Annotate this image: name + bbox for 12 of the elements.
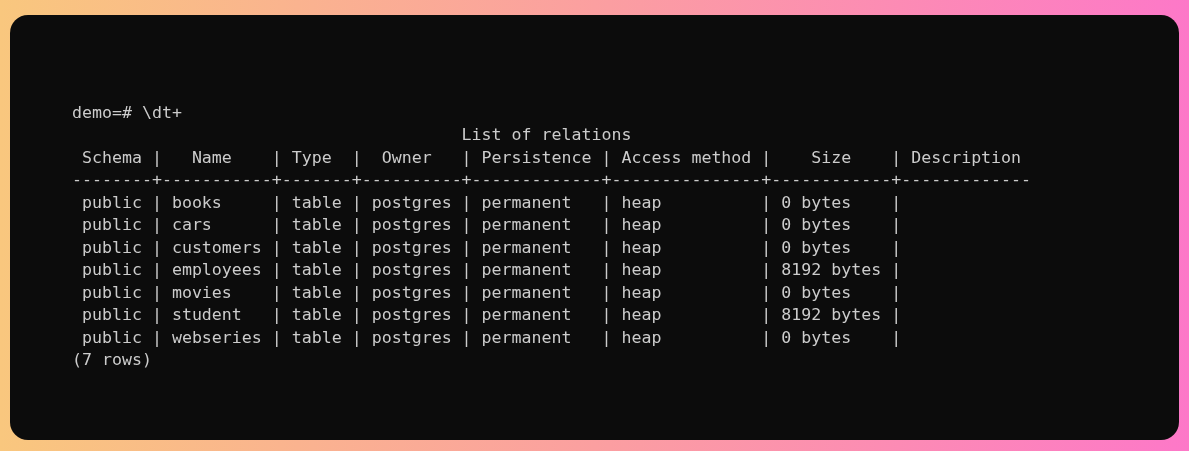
- terminal-line: public | webseries | table | postgres | permanent | heap | 0 bytes |: [81, 326, 902, 349]
- terminal-line: public | books | table | postgres | permanent | heap | 0 bytes |: [81, 191, 902, 214]
- terminal-line: demo=# \dt+: [72, 102, 182, 124]
- terminal-line: --------+-----------+-------+----------+-------------+---------------+------------+-------------: [72, 169, 1032, 192]
- terminal-line: List of relations: [460, 124, 632, 147]
- terminal-line: public | cars | table | postgres | permanent | heap | 0 bytes |: [81, 214, 902, 237]
- terminal-line: public | student | table | postgres | permanent | heap | 8192 bytes |: [81, 304, 902, 327]
- terminal-line: Schema | Name | Type | Owner | Persistence | Access method | Size | Description: [81, 146, 1022, 169]
- terminal-line: public | employees | table | postgres | permanent | heap | 8192 bytes |: [81, 259, 902, 282]
- terminal-line: public | movies | table | postgres | permanent | heap | 0 bytes |: [81, 281, 902, 304]
- terminal-line: (7 rows): [72, 349, 152, 371]
- terminal-line: public | customers | table | postgres | permanent | heap | 0 bytes |: [81, 236, 902, 259]
